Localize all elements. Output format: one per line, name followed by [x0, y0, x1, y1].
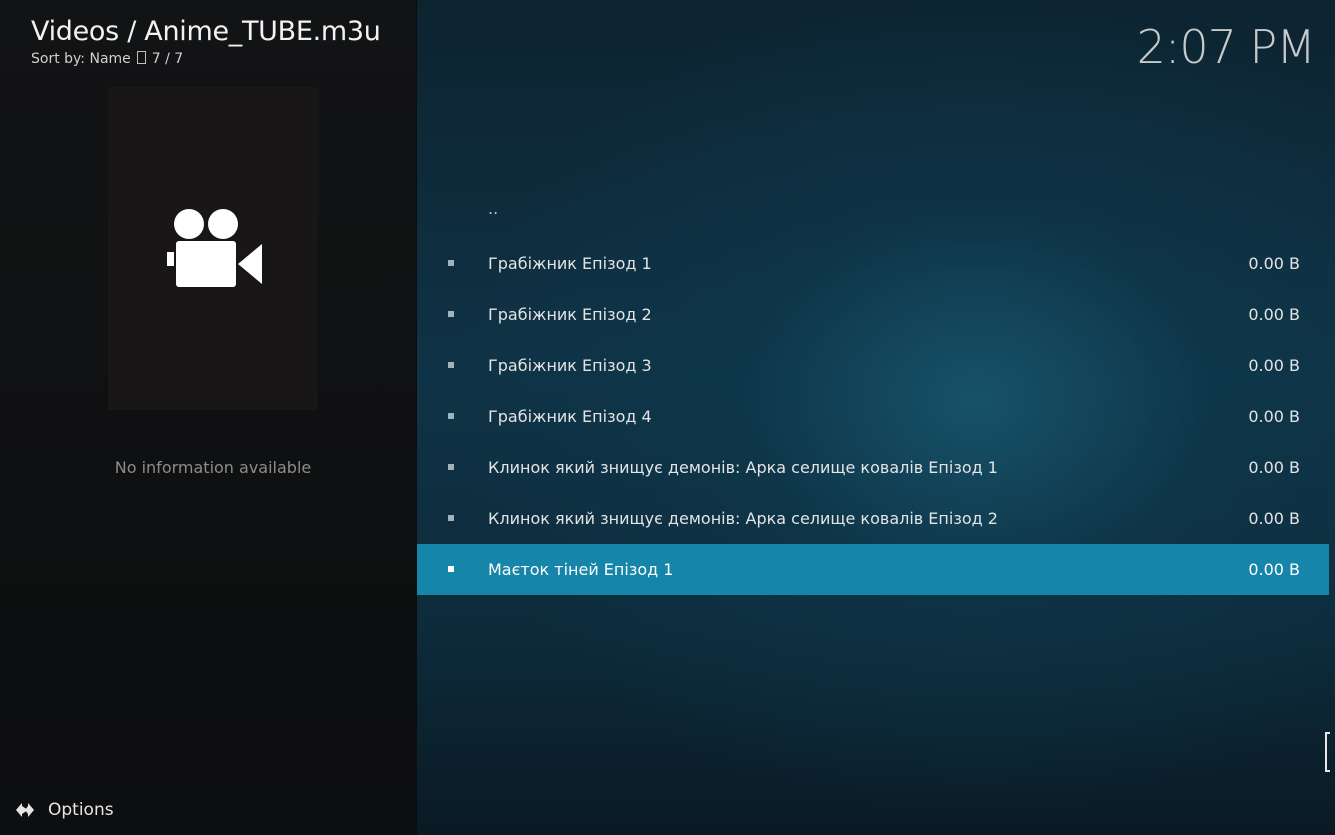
sort-info[interactable]: Sort by: Name 7 / 7: [31, 51, 183, 67]
options-button[interactable]: Options: [16, 799, 114, 821]
item-size: 0.00 B: [1248, 509, 1300, 528]
item-label: Клинок який знищує демонів: Арка селище …: [488, 458, 998, 477]
item-label: Грабіжник Епізод 2: [488, 305, 652, 324]
sort-direction-icon: [136, 51, 146, 64]
no-info-message: No information available: [114, 458, 312, 477]
clock: 2:07 PM: [1136, 20, 1316, 74]
list-item-selected[interactable]: Маєток тіней Епізод 1 0.00 B: [417, 544, 1329, 595]
list-item[interactable]: Грабіжник Епізод 4 0.00 B: [417, 391, 1329, 442]
item-size: 0.00 B: [1248, 254, 1300, 273]
item-label: Грабіжник Епізод 3: [488, 356, 652, 375]
parent-folder-item[interactable]: ..: [417, 187, 1329, 238]
bullet-icon: [448, 260, 454, 266]
item-label: Маєток тіней Епізод 1: [488, 560, 674, 579]
parent-folder-label: ..: [488, 199, 499, 218]
options-label: Options: [48, 800, 114, 820]
bullet-icon: [448, 464, 454, 470]
item-size: 0.00 B: [1248, 560, 1300, 579]
list-item[interactable]: Грабіжник Епізод 3 0.00 B: [417, 340, 1329, 391]
item-size: 0.00 B: [1248, 458, 1300, 477]
item-label: Грабіжник Епізод 1: [488, 254, 652, 273]
bullet-icon: [448, 566, 454, 572]
item-size: 0.00 B: [1248, 356, 1300, 375]
options-arrows-icon: [16, 803, 34, 817]
video-camera-icon: [167, 209, 262, 287]
file-list: .. Грабіжник Епізод 1 0.00 B Грабіжник Е…: [417, 187, 1329, 595]
item-label: Клинок який знищує демонів: Арка селище …: [488, 509, 998, 528]
file-list-panel: 2:07 PM .. Грабіжник Епізод 1 0.00 B Гра…: [417, 0, 1335, 835]
item-size: 0.00 B: [1248, 407, 1300, 426]
bullet-icon: [448, 362, 454, 368]
bullet-icon: [448, 413, 454, 419]
media-browser-screen: Videos / Anime_TUBE.m3u Sort by: Name 7 /…: [0, 0, 1335, 835]
scrollbar[interactable]: [1325, 732, 1330, 772]
bullet-icon: [448, 311, 454, 317]
info-sidebar: Videos / Anime_TUBE.m3u Sort by: Name 7 /…: [0, 0, 416, 835]
page-title: Videos / Anime_TUBE.m3u: [31, 16, 381, 47]
item-size: 0.00 B: [1248, 305, 1300, 324]
sort-label: Sort by: Name: [31, 51, 131, 67]
bullet-icon: [448, 515, 454, 521]
list-item[interactable]: Грабіжник Епізод 2 0.00 B: [417, 289, 1329, 340]
item-label: Грабіжник Епізод 4: [488, 407, 652, 426]
list-item[interactable]: Клинок який знищує демонів: Арка селище …: [417, 442, 1329, 493]
list-item[interactable]: Клинок який знищує демонів: Арка селище …: [417, 493, 1329, 544]
poster-placeholder: [108, 87, 318, 410]
list-item[interactable]: Грабіжник Епізод 1 0.00 B: [417, 238, 1329, 289]
item-count: 7 / 7: [151, 51, 184, 67]
